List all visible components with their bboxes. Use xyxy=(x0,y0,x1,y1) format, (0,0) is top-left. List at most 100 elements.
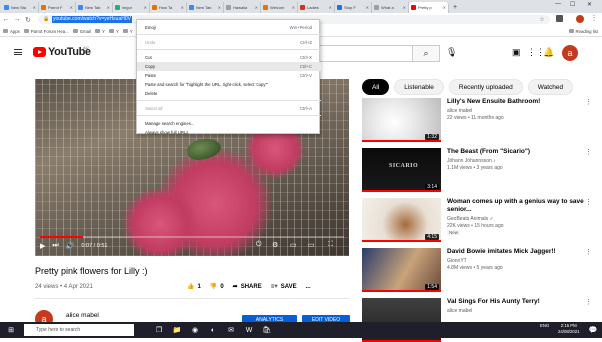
browser-tab[interactable]: What a ✕ xyxy=(372,2,409,13)
file-explorer-icon[interactable]: 📁 xyxy=(172,325,182,335)
context-menu-item[interactable]: Paste Ctrl+V xyxy=(137,71,321,80)
browser-tab[interactable]: How Ta ✕ xyxy=(150,2,187,13)
context-menu-item[interactable]: Cut Ctrl+X xyxy=(137,53,321,62)
more-options-icon[interactable]: ⋮ xyxy=(585,198,592,206)
close-tab-icon[interactable]: ✕ xyxy=(329,5,332,10)
bookmark-item[interactable]: Gmail xyxy=(72,29,91,34)
edge-icon[interactable]: ◐ xyxy=(208,325,218,335)
context-menu-item[interactable]: Paste and search for "highlight the URL,… xyxy=(137,80,321,89)
context-menu-item[interactable]: Copy Ctrl+C xyxy=(137,62,321,71)
context-menu-item[interactable]: Emoji Win+Period xyxy=(137,23,321,32)
profile-avatar-icon[interactable] xyxy=(576,15,584,23)
filter-chip[interactable]: Watched xyxy=(527,79,574,95)
like-button[interactable]: 👍 1 xyxy=(187,283,201,291)
clock[interactable]: 2:15 PM 24/08/2021 xyxy=(558,323,580,335)
reload-icon[interactable]: ↻ xyxy=(24,16,32,24)
related-video-item[interactable]: 1:32 Lilly's New Ensuite Bathroom! alice m… xyxy=(362,98,592,142)
filter-chip[interactable]: Recently uploaded xyxy=(448,79,523,95)
fullscreen-icon[interactable]: ⛶ xyxy=(328,241,333,249)
related-video-channel[interactable]: GeoBeats Animals ✓ xyxy=(447,216,494,222)
task-view-icon[interactable]: ❐ xyxy=(154,325,164,335)
microphone-icon[interactable]: 🎙 xyxy=(446,47,457,58)
context-menu-item[interactable]: Delete xyxy=(137,89,321,98)
browser-tab[interactable]: imgur ✕ xyxy=(113,2,150,13)
browser-tab[interactable]: Ladies ✕ xyxy=(298,2,335,13)
browser-tab[interactable]: Pretty p ✕ xyxy=(409,2,449,13)
create-video-icon[interactable]: ▣ xyxy=(512,47,521,58)
close-tab-icon[interactable]: ✕ xyxy=(107,5,110,10)
video-thumbnail[interactable]: 1:54 xyxy=(362,248,441,292)
share-button[interactable]: ➦ SHARE xyxy=(233,283,262,291)
bookmark-item[interactable]: Y xyxy=(95,29,105,34)
related-video-title[interactable]: The Beast (From "Sicario") xyxy=(447,148,585,156)
new-tab-button[interactable]: + xyxy=(453,4,457,11)
video-thumbnail[interactable]: 4:15 xyxy=(362,198,441,242)
bookmark-star-icon[interactable]: ☆ xyxy=(538,16,546,23)
notifications-icon[interactable]: 💬 xyxy=(588,325,598,335)
browser-tab[interactable]: New Tab ✕ xyxy=(76,2,113,13)
bookmark-item[interactable]: Y xyxy=(122,29,133,34)
close-tab-icon[interactable]: ✕ xyxy=(255,5,258,10)
related-video-channel[interactable]: Jóhann Jóhannsson ♪ xyxy=(447,158,496,164)
channel-name[interactable]: alice mabel xyxy=(66,312,99,319)
account-avatar[interactable]: a xyxy=(562,45,578,61)
related-video-channel[interactable]: alice mabel xyxy=(447,108,472,114)
store-icon[interactable]: 🛍 xyxy=(262,325,272,335)
related-video-title[interactable]: Val Sings For His Aunty Terry! xyxy=(447,298,585,306)
related-video-channel[interactable]: GionoYT xyxy=(447,258,467,264)
forward-icon[interactable]: → xyxy=(13,16,21,23)
close-tab-icon[interactable]: ✕ xyxy=(366,5,369,10)
close-tab-icon[interactable]: ✕ xyxy=(33,5,36,10)
menu-kebab-icon[interactable]: ⋮ xyxy=(590,14,598,22)
close-window-button[interactable]: ✕ xyxy=(587,1,592,8)
chrome-icon[interactable]: ◉ xyxy=(190,325,200,335)
windows-start-icon[interactable]: ⊞ xyxy=(6,325,16,335)
bookmark-item[interactable]: Reading list xyxy=(568,29,598,34)
context-menu-item[interactable]: Always show full URLs xyxy=(137,128,321,137)
related-video-item[interactable]: 1:54 David Bowie imitates Mick Jagger!! Gi… xyxy=(362,248,592,292)
extension-icon[interactable] xyxy=(556,15,563,22)
notifications-bell-icon[interactable]: 🔔 xyxy=(543,47,554,58)
more-options-icon[interactable]: ⋮ xyxy=(585,248,592,256)
video-thumbnail[interactable]: 1:32 xyxy=(362,98,441,142)
browser-tab[interactable]: New Tab ✕ xyxy=(187,2,224,13)
more-actions-button[interactable]: ... xyxy=(306,284,311,290)
browser-tab[interactable]: Stop F ✕ xyxy=(335,2,372,13)
related-video-item[interactable]: 4:15 Woman comes up with a genius way to … xyxy=(362,198,592,242)
related-video-title[interactable]: David Bowie imitates Mick Jagger!! xyxy=(447,248,585,256)
mail-icon[interactable]: ✉ xyxy=(226,325,236,335)
close-tab-icon[interactable]: ✕ xyxy=(144,5,147,10)
miniplayer-icon[interactable]: ▭ xyxy=(290,241,297,249)
back-icon[interactable]: ← xyxy=(2,16,10,23)
related-video-item[interactable]: SICARIO 3:14 The Beast (From "Sicario") Jóh… xyxy=(362,148,592,192)
related-video-title[interactable]: Lilly's New Ensuite Bathroom! xyxy=(447,98,585,106)
browser-tab[interactable]: Welcom ✕ xyxy=(261,2,298,13)
close-tab-icon[interactable]: ✕ xyxy=(292,5,295,10)
close-tab-icon[interactable]: ✕ xyxy=(70,5,73,10)
related-video-title[interactable]: Woman comes up with a genius way to save… xyxy=(447,198,585,214)
bookmark-item[interactable]: Parrot Forum Hea... xyxy=(23,29,69,34)
related-video-channel[interactable]: alice mabel xyxy=(447,308,472,314)
bookmark-item[interactable]: Y xyxy=(108,29,119,34)
browser-tab[interactable]: Parrot F ✕ xyxy=(39,2,76,13)
play-icon[interactable]: ▶ xyxy=(40,242,45,250)
volume-icon[interactable]: 🔊 xyxy=(66,242,75,250)
settings-gear-icon[interactable]: ⚙ xyxy=(272,241,278,249)
close-tab-icon[interactable]: ✕ xyxy=(443,5,446,10)
browser-tab[interactable]: New Sta ✕ xyxy=(2,2,39,13)
maximize-button[interactable]: ☐ xyxy=(570,1,575,8)
close-tab-icon[interactable]: ✕ xyxy=(181,5,184,10)
theater-mode-icon[interactable]: ▭ xyxy=(308,241,315,249)
word-icon[interactable]: W xyxy=(244,325,254,335)
taskbar-search[interactable]: Type here to search xyxy=(24,324,134,336)
url-text-selected[interactable]: youtube.com/watch?v=yeHsuaH0V xyxy=(52,16,132,23)
more-options-icon[interactable]: ⋮ xyxy=(585,148,592,156)
youtube-logo-icon[interactable] xyxy=(33,47,46,57)
more-options-icon[interactable]: ⋮ xyxy=(585,298,592,306)
video-thumbnail[interactable]: SICARIO 3:14 xyxy=(362,148,441,192)
minimize-button[interactable]: — xyxy=(555,1,561,7)
browser-tab[interactable]: Hawaiia ✕ xyxy=(224,2,261,13)
filter-chip[interactable]: Listenable xyxy=(394,79,444,95)
bookmark-item[interactable]: Apps xyxy=(3,29,20,34)
autoplay-toggle[interactable]: ⏻ xyxy=(256,241,262,249)
